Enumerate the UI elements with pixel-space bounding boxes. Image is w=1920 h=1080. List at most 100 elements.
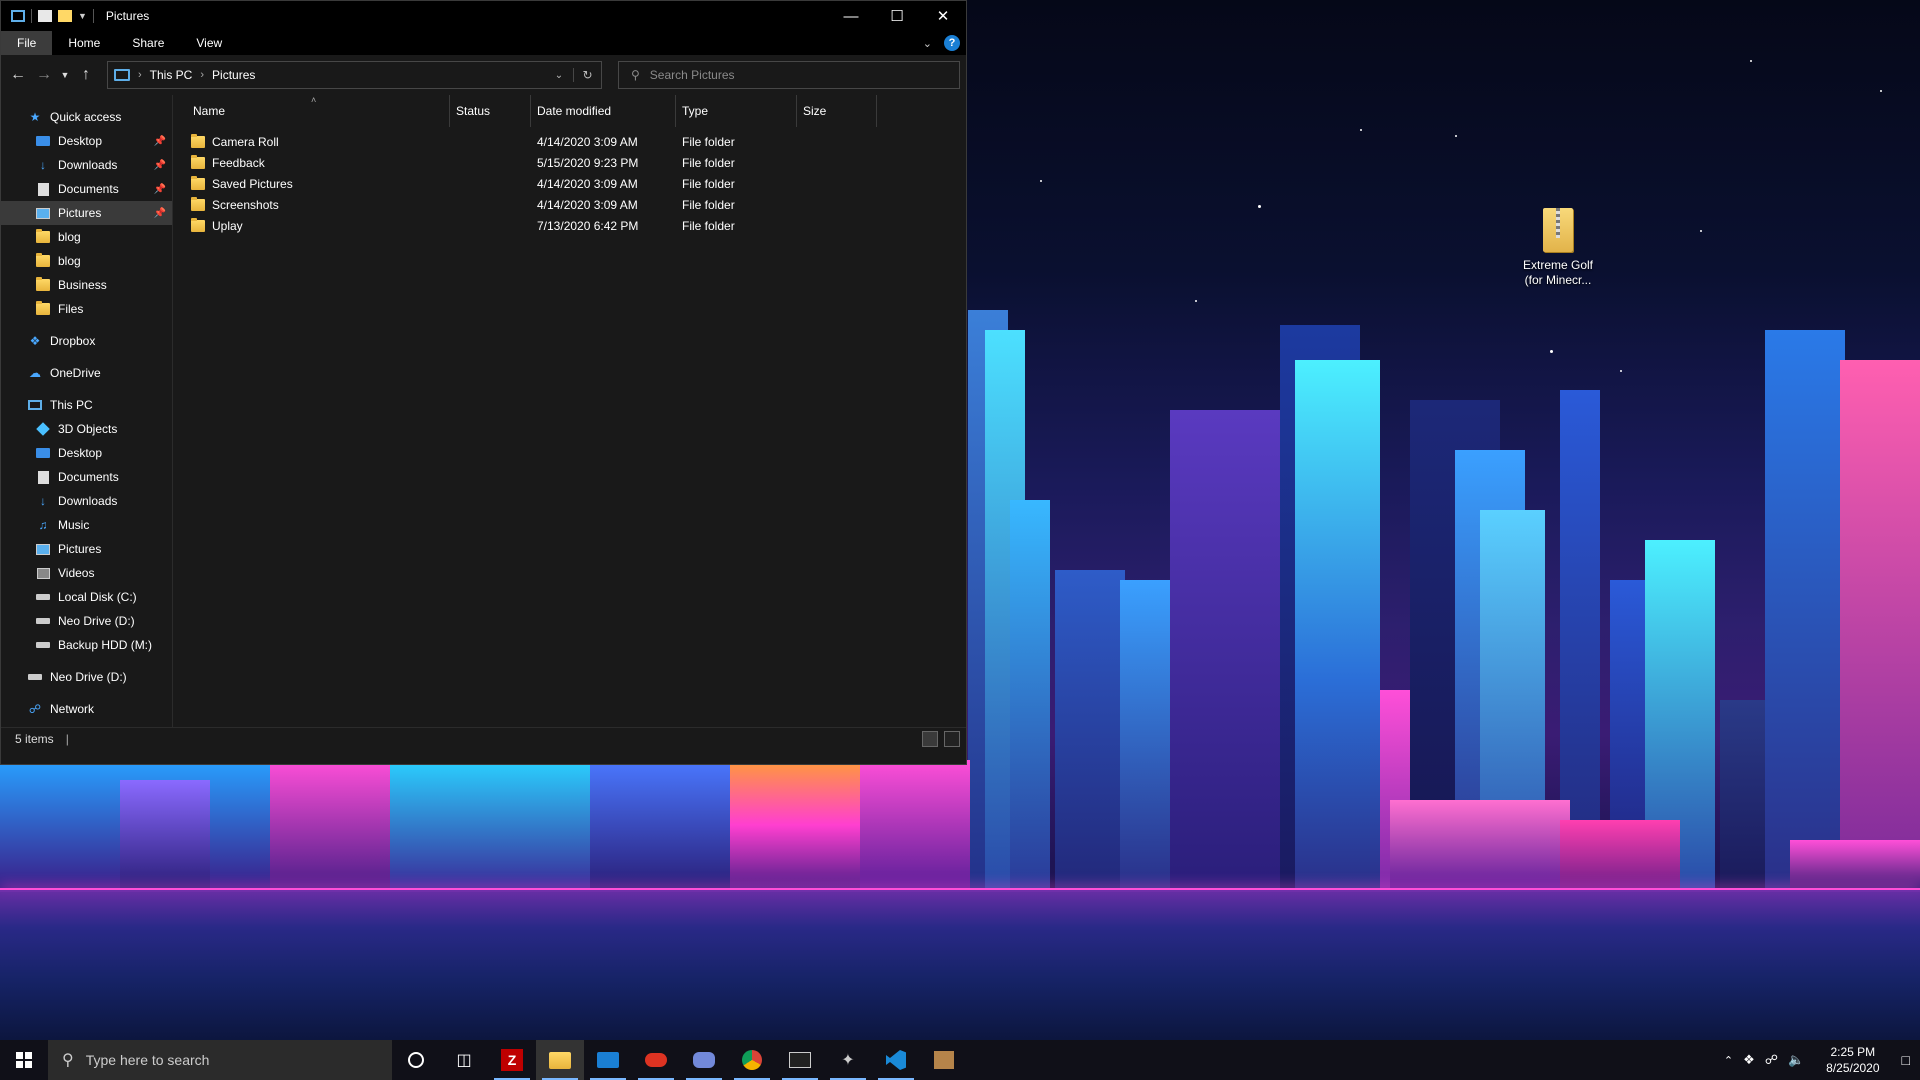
nav-quick-downloads[interactable]: ↓ Downloads 📌 — [1, 153, 172, 177]
clock[interactable]: 2:25 PM 8/25/2020 — [1826, 1044, 1879, 1076]
nav-quick-files[interactable]: Files — [1, 297, 172, 321]
nav-pc-backup-hdd-m[interactable]: Backup HDD (M:) — [1, 633, 172, 657]
pin-icon[interactable]: 📌 — [154, 184, 166, 195]
volume-icon[interactable]: 🔈 — [1788, 1052, 1804, 1068]
column-name[interactable]: Name — [173, 95, 450, 127]
item-count: 5 items — [15, 731, 54, 746]
expand-ribbon-icon[interactable]: ⌄ — [923, 37, 932, 50]
nav-pc-3d-objects[interactable]: 3D Objects — [1, 417, 172, 441]
file-row[interactable]: Feedback 5/15/2020 9:23 PM File folder — [173, 152, 966, 173]
nav-onedrive[interactable]: ☁ OneDrive — [1, 361, 172, 385]
nav-network[interactable]: ☍ Network — [1, 697, 172, 721]
recent-locations-icon[interactable]: ▼ — [59, 61, 71, 89]
large-icons-view-button[interactable] — [944, 731, 960, 747]
file-row[interactable]: Saved Pictures 4/14/2020 3:09 AM File fold… — [173, 173, 966, 194]
column-size[interactable]: Size — [797, 95, 877, 127]
network-icon[interactable]: ☍ — [1765, 1052, 1778, 1068]
nav-quick-desktop[interactable]: Desktop 📌 — [1, 129, 172, 153]
tab-home[interactable]: Home — [52, 31, 116, 55]
file-row[interactable]: Camera Roll 4/14/2020 3:09 AM File folder — [173, 131, 966, 152]
taskbar-file-explorer-button[interactable] — [536, 1040, 584, 1080]
forward-icon[interactable]: → — [33, 61, 55, 89]
minimize-button[interactable]: — — [828, 1, 874, 31]
taskbar-chrome-button[interactable] — [728, 1040, 776, 1080]
discord-icon — [693, 1052, 715, 1068]
taskbar-search-box[interactable]: ⚲ Type here to search — [48, 1040, 392, 1080]
nav-pc-documents[interactable]: Documents — [1, 465, 172, 489]
taskbar-mail-button[interactable] — [584, 1040, 632, 1080]
nav-quick-pictures[interactable]: Pictures 📌 — [1, 201, 172, 225]
file-row[interactable]: Screenshots 4/14/2020 3:09 AM File folder — [173, 194, 966, 215]
file-date: 7/13/2020 6:42 PM — [537, 218, 639, 233]
start-button[interactable] — [0, 1040, 48, 1080]
up-icon[interactable]: ↑ — [75, 61, 97, 89]
close-button[interactable]: ✕ — [920, 1, 966, 31]
address-history-icon[interactable]: ⌄ — [545, 70, 573, 81]
properties-icon[interactable] — [38, 10, 52, 22]
nav-neo-drive[interactable]: Neo Drive (D:) — [1, 665, 172, 689]
nav-quick-access[interactable]: ★ Quick access — [1, 105, 172, 129]
nav-dropbox[interactable]: ❖ Dropbox — [1, 329, 172, 353]
dropbox-tray-icon[interactable]: ❖ — [1743, 1052, 1755, 1068]
column-type[interactable]: Type — [676, 95, 797, 127]
pin-icon[interactable]: 📌 — [154, 136, 166, 147]
new-folder-icon[interactable] — [58, 10, 72, 22]
nav-pc-local-disk-c[interactable]: Local Disk (C:) — [1, 585, 172, 609]
breadcrumb-pictures[interactable]: Pictures — [212, 68, 255, 82]
nav-quick-business[interactable]: Business — [1, 273, 172, 297]
taskbar-pdf-app-button[interactable] — [632, 1040, 680, 1080]
tab-file[interactable]: File — [1, 31, 53, 55]
maximize-button[interactable]: ☐ — [874, 1, 920, 31]
nav-pc-pictures[interactable]: Pictures — [1, 537, 172, 561]
taskbar-vscode-button[interactable] — [872, 1040, 920, 1080]
taskbar-task-view-button[interactable]: ◫ — [440, 1040, 488, 1080]
column-status[interactable]: Status — [450, 95, 531, 127]
customize-toolbar-icon[interactable]: ▼ — [78, 11, 87, 21]
file-date: 5/15/2020 9:23 PM — [537, 155, 639, 170]
notifications-icon[interactable]: □ — [1902, 1052, 1910, 1068]
quick-access-toolbar: ▼ — [1, 9, 94, 23]
breadcrumb-this-pc[interactable]: This PC — [150, 68, 193, 82]
nav-pc-neo-drive-d[interactable]: Neo Drive (D:) — [1, 609, 172, 633]
search-input[interactable]: ⚲ Search Pictures — [618, 61, 960, 89]
nav-quick-documents[interactable]: Documents 📌 — [1, 177, 172, 201]
help-icon[interactable]: ? — [944, 35, 960, 51]
search-placeholder: Search Pictures — [649, 68, 735, 82]
pin-icon[interactable]: 📌 — [154, 160, 166, 171]
taskbar-package-button[interactable] — [920, 1040, 968, 1080]
nav-quick-blog[interactable]: blog — [1, 249, 172, 273]
show-hidden-icons[interactable]: ⌃ — [1724, 1054, 1733, 1067]
column-date-modified[interactable]: Date modified — [531, 95, 676, 127]
tab-view[interactable]: View — [180, 31, 238, 55]
back-icon[interactable]: ← — [7, 61, 29, 89]
task-view-icon: ◫ — [456, 1052, 472, 1069]
this-pc-icon — [27, 398, 43, 412]
desktop-icon-label-line1: Extreme Golf — [1522, 258, 1594, 272]
file-type: File folder — [682, 197, 735, 212]
tab-share[interactable]: Share — [116, 31, 180, 55]
file-row[interactable]: Uplay 7/13/2020 6:42 PM File folder — [173, 215, 966, 236]
navigation-pane: ★ Quick access Desktop 📌 ↓ Downloads 📌 Docume… — [1, 95, 173, 727]
folder-icon — [35, 229, 51, 244]
nav-quick-blog[interactable]: blog — [1, 225, 172, 249]
nav-pc-desktop[interactable]: Desktop — [1, 441, 172, 465]
taskbar-discord-button[interactable] — [680, 1040, 728, 1080]
address-bar[interactable]: › This PC › Pictures ⌄ ↻ — [107, 61, 602, 89]
chrome-icon — [742, 1050, 762, 1070]
folder-icon — [35, 277, 51, 292]
nav-pc-music[interactable]: ♫ Music — [1, 513, 172, 537]
desktop-file-extreme-golf[interactable]: Extreme Golf (for Minecr... — [1512, 208, 1604, 288]
taskbar-filezilla-button[interactable]: Z — [488, 1040, 536, 1080]
music-icon: ♫ — [38, 518, 48, 532]
folder-icon — [35, 253, 51, 268]
app-icon: ✦ — [841, 1052, 855, 1069]
details-view-button[interactable] — [922, 731, 938, 747]
taskbar-cortana-button[interactable] — [392, 1040, 440, 1080]
taskbar-app-button[interactable]: ✦ — [824, 1040, 872, 1080]
nav-pc-downloads[interactable]: ↓ Downloads — [1, 489, 172, 513]
pin-icon[interactable]: 📌 — [154, 208, 166, 219]
refresh-icon[interactable]: ↻ — [573, 68, 601, 82]
nav-pc-videos[interactable]: Videos — [1, 561, 172, 585]
taskbar-terminal-button[interactable] — [776, 1040, 824, 1080]
nav-this-pc[interactable]: This PC — [1, 393, 172, 417]
